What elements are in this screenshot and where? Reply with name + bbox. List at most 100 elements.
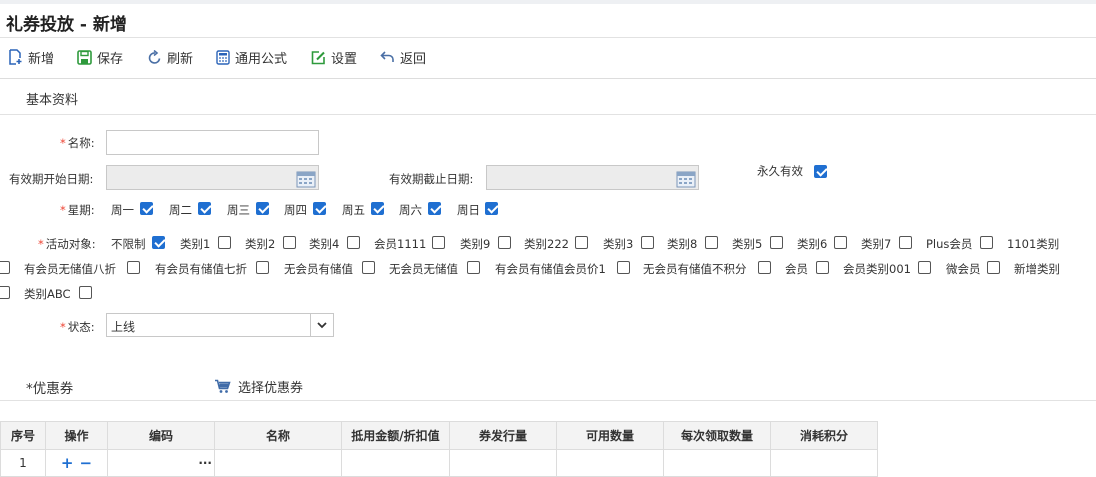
target-checkbox[interactable] [283,236,296,249]
weekday-checkbox[interactable] [371,202,384,215]
select-coupon-button[interactable]: 选择优惠券 [214,377,303,396]
target-label-item: 类别4 [309,237,340,251]
target-checkbox[interactable] [918,261,931,274]
available-qty-cell[interactable] [556,449,664,477]
column-header: 编码 [107,421,215,450]
column-header: 消耗积分 [770,421,878,450]
calendar-icon[interactable] [676,169,696,188]
target-label-item: 有会员有储值七折 [155,262,247,276]
target-checkbox[interactable] [0,286,10,299]
forever-label: 永久有效 [757,164,803,178]
weekday-checkbox[interactable] [313,202,326,215]
start-date-input[interactable] [106,165,319,190]
name-input[interactable] [106,130,319,155]
target-label-item: 新增类别 [1014,262,1060,276]
target-checkbox[interactable] [218,236,231,249]
status-select[interactable]: 上线 [106,313,334,337]
coupon-section-title: *优惠券 [26,377,73,397]
target-label-item: 类别5 [732,237,763,251]
weekday-checkbox[interactable] [198,202,211,215]
settings-label: 设置 [331,51,358,67]
code-cell[interactable]: ··· [107,449,215,477]
issue-qty-cell[interactable] [449,449,557,477]
target-label-text: 活动对象: [45,237,96,251]
table-row: 1 + − ··· [0,449,878,477]
target-checkbox[interactable] [127,261,140,274]
target-label-item: 类别1 [180,237,211,251]
status-label-text: 状态: [67,320,95,334]
name-label-text: 名称: [67,136,95,150]
target-label-item: 会员 [785,262,808,276]
calendar-icon[interactable] [296,169,316,188]
target-label-item: 会员1111 [374,237,427,251]
formula-label: 通用公式 [235,51,288,67]
target-label-item: 无会员有储值 [284,262,353,276]
target-label-item: 类别222 [524,237,569,251]
name-label: * 名称: [60,135,95,151]
target-checkbox[interactable] [256,261,269,274]
weekday-checkbox[interactable] [256,202,269,215]
save-button[interactable]: 保存 [77,47,123,67]
target-checkbox[interactable] [575,236,588,249]
target-checkbox[interactable] [980,236,993,249]
target-checkbox[interactable] [758,261,771,274]
settings-button[interactable]: 设置 [311,47,357,67]
end-date-input[interactable] [486,165,699,190]
target-label-item: 类别3 [603,237,634,251]
refresh-icon [148,49,161,64]
forever-checkbox[interactable] [814,165,827,178]
name-cell[interactable] [214,449,342,477]
divider [0,400,1096,401]
target-checkbox[interactable] [987,261,1000,274]
target-label-item: 类别6 [797,237,828,251]
refresh-button[interactable]: 刷新 [148,47,193,67]
more-icon[interactable]: ··· [198,456,212,470]
chevron-down-icon[interactable] [310,314,333,336]
back-button[interactable]: 返回 [380,47,426,67]
target-checkbox[interactable] [705,236,718,249]
target-label-item: Plus会员 [926,237,973,251]
target-checkbox[interactable] [899,236,912,249]
weekday-label: 周五 [342,203,365,217]
target-checkbox[interactable] [641,236,654,249]
remove-row-icon[interactable]: − [80,454,93,472]
target-checkbox[interactable] [467,261,480,274]
row-index: 1 [0,449,46,477]
title-bar: 礼券投放 - 新增 [0,0,1096,38]
target-checkbox[interactable] [498,236,511,249]
add-row-icon[interactable]: + [61,454,74,472]
weekday-label: 周二 [169,203,192,217]
target-checkbox[interactable] [79,286,92,299]
target-checkbox[interactable] [347,236,360,249]
weekday-checkbox[interactable] [428,202,441,215]
target-label-item: 微会员 [946,262,981,276]
target-checkbox[interactable] [770,236,783,249]
required-mark: * [60,203,66,217]
per-claim-qty-cell[interactable] [663,449,771,477]
points-cell[interactable] [770,449,878,477]
column-header: 抵用金额/折扣值 [341,421,450,450]
target-checkbox[interactable] [432,236,445,249]
required-mark: * [60,136,66,150]
new-button[interactable]: 新增 [8,47,54,67]
amount-cell[interactable] [341,449,450,477]
cart-icon [215,379,231,393]
end-date-label: 有效期截止日期: [389,172,474,186]
target-label-item: 类别2 [245,237,276,251]
target-label-item: 类别9 [460,237,491,251]
target-checkbox[interactable] [816,261,829,274]
formula-button[interactable]: 通用公式 [216,47,287,67]
weekday-checkbox[interactable] [485,202,498,215]
target-checkbox[interactable] [834,236,847,249]
coupon-table: 序号 操作 编码 名称 抵用金额/折扣值 券发行量 可用数量 每次领取数量 消耗… [0,421,878,477]
new-file-icon [9,49,22,65]
target-checkbox[interactable] [0,261,10,274]
target-checkbox[interactable] [617,261,630,274]
target-checkbox[interactable] [152,236,165,249]
target-label: * 活动对象: [38,236,96,252]
save-icon [77,49,92,65]
target-checkbox[interactable] [362,261,375,274]
weekday-label: 周六 [399,203,422,217]
target-label-item: 类别8 [667,237,698,251]
weekday-checkbox[interactable] [140,202,153,215]
